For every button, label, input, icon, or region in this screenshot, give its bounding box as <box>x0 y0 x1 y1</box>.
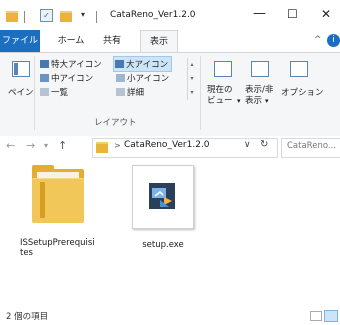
layout-list[interactable]: 一覧 <box>40 86 68 98</box>
layout-option-label: 中アイコン <box>51 74 94 84</box>
qa-dropdown-icon[interactable]: ▾ <box>81 10 85 19</box>
layout-medium-icons[interactable]: 中アイコン <box>40 72 93 84</box>
file-item-exe-label[interactable]: setup.exe <box>132 240 194 250</box>
layout-option-label: 小アイコン <box>127 74 170 84</box>
ribbon-divider <box>34 56 35 130</box>
layout-large-icons[interactable]: 大アイコン <box>113 56 173 72</box>
layout-small-icons[interactable]: 小アイコン <box>116 72 169 84</box>
installer-glyph <box>152 188 172 207</box>
up-button[interactable]: ↑ <box>58 139 67 152</box>
tab-file[interactable]: ファイル <box>0 30 40 52</box>
close-button[interactable]: ✕ <box>321 7 331 21</box>
refresh-icon[interactable]: ↻ <box>260 139 268 150</box>
forward-button[interactable]: → <box>26 139 35 152</box>
search-input[interactable]: CataReno... <box>281 138 340 158</box>
layout-option-label: 大アイコン <box>126 60 169 70</box>
title-divider <box>24 11 25 23</box>
current-view-label[interactable]: 現在の ビュー <box>207 85 233 107</box>
status-bar <box>0 305 340 325</box>
ribbon-divider <box>200 56 201 130</box>
layout-group-label: レイアウト <box>94 118 137 128</box>
help-icon[interactable]: i <box>327 34 340 47</box>
medium-icons-icon <box>40 74 49 82</box>
pane-button-label[interactable]: ペイン <box>8 86 34 98</box>
breadcrumb-current[interactable]: CataReno_Ver1.2.0 <box>124 140 210 150</box>
layout-scroll[interactable]: ▴ ▾ ▾ <box>187 58 196 100</box>
maximize-button[interactable]: ☐ <box>287 7 298 21</box>
recent-locations-icon[interactable]: ▾ <box>44 141 48 150</box>
extra-large-icons-icon <box>40 60 49 68</box>
large-icons-view-icon[interactable] <box>324 310 338 322</box>
tab-share[interactable]: 共有 <box>96 30 128 52</box>
file-name-line: tes <box>20 248 33 258</box>
layout-option-label: 詳細 <box>127 88 145 98</box>
show-hide-dropdown-icon[interactable]: ▾ <box>265 97 269 105</box>
folder-icon-edge <box>40 182 45 218</box>
properties-icon[interactable]: ✓ <box>40 9 53 22</box>
title-divider <box>96 11 97 23</box>
ribbon-collapse-icon[interactable]: ^ <box>314 35 322 45</box>
options-label[interactable]: オプション <box>281 86 324 98</box>
layout-details[interactable]: 詳細 <box>116 86 144 98</box>
details-icon <box>116 88 125 96</box>
tab-view[interactable]: 表示 <box>140 30 178 53</box>
options-icon[interactable] <box>290 61 308 77</box>
pane-marker <box>14 63 18 75</box>
address-folder-icon <box>96 142 108 153</box>
item-count: 2 個の項目 <box>6 312 49 322</box>
file-name-line: ISSetupPrerequisi <box>20 238 95 248</box>
current-view-dropdown-icon[interactable]: ▾ <box>237 97 241 105</box>
minimize-button[interactable]: — <box>253 7 266 21</box>
new-folder-icon[interactable] <box>60 11 72 22</box>
list-icon <box>40 88 49 96</box>
file-item-folder-label[interactable]: ISSetupPrerequisi tes <box>20 238 108 258</box>
layout-option-label: 特大アイコン <box>51 60 102 70</box>
installer-icon[interactable] <box>149 183 175 209</box>
back-button[interactable]: ← <box>6 139 15 152</box>
large-icons-icon <box>115 60 124 68</box>
details-view-icon[interactable] <box>310 311 322 321</box>
folder-icon <box>6 11 18 22</box>
layout-option-label: 一覧 <box>51 88 69 98</box>
show-hide-icon[interactable] <box>251 61 269 77</box>
current-view-icon[interactable] <box>214 61 232 77</box>
small-icons-icon <box>116 74 125 82</box>
address-dropdown-icon[interactable]: ∨ <box>244 140 251 150</box>
layout-extra-large-icons[interactable]: 特大アイコン <box>40 58 102 70</box>
show-hide-label[interactable]: 表示/非 表示 <box>245 85 273 107</box>
tab-home[interactable]: ホーム <box>52 30 90 52</box>
breadcrumb-separator[interactable]: > <box>114 141 121 150</box>
search-placeholder: CataReno... <box>287 141 336 151</box>
window-title: CataReno_Ver1.2.0 <box>110 10 196 20</box>
